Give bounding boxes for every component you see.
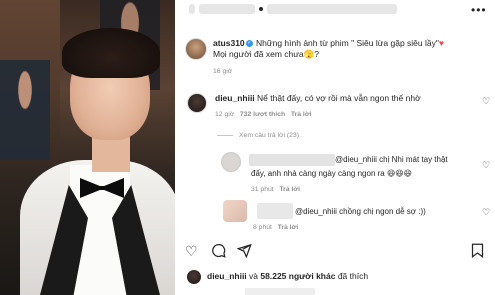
likes-connector: và — [249, 271, 259, 281]
reply-button[interactable]: Trả lời — [279, 186, 300, 193]
reply-text-line1: chồng chị ngon dễ sợ :)) — [339, 207, 426, 216]
heart-emoji-icon: ♥ — [438, 38, 444, 48]
divider-line — [217, 134, 233, 136]
action-bar: ♡ — [185, 243, 485, 261]
comment-likes[interactable]: 732 lượt thích — [240, 111, 285, 118]
caption-text-line2: Mọi người đã xem chưa — [213, 49, 304, 59]
like-reply-icon[interactable]: ♡ — [482, 207, 490, 218]
reply-text-continued: đấy, anh nhà càng ngày càng ngon ra — [251, 169, 385, 178]
comment-icon[interactable] — [211, 243, 226, 261]
reply-mention[interactable]: @dieu_nhiii — [335, 155, 377, 164]
photo-background-person — [0, 60, 50, 160]
bookmark-icon[interactable] — [471, 243, 484, 261]
avatar[interactable] — [221, 152, 241, 172]
post-header-actions: ••• — [189, 0, 489, 18]
comment: dieu_nhiii Nể thật đấy, có vợ rồi mà vẫn… — [215, 93, 475, 104]
caption-text: Những hình ảnh từ phim " Siêu lừa gặp si… — [256, 38, 439, 48]
reply-meta: 8 phút Trả lời — [253, 224, 298, 231]
photo-hair — [62, 28, 160, 78]
avatar[interactable] — [223, 200, 247, 222]
reply-username-blurred — [249, 154, 335, 166]
comment-text: Nể thật đấy, có vợ rồi mà vẫn ngon thế n… — [257, 93, 421, 103]
send-icon[interactable] — [236, 243, 252, 261]
post-detail-panel: ••• atus310 ✓ Những hình ảnh từ phim " Si… — [175, 0, 495, 295]
caption: atus310 ✓ Những hình ảnh từ phim " Siêu l… — [213, 38, 444, 59]
reply-text-line1: chị Nhi mát tay thật — [379, 155, 448, 164]
likes-username[interactable]: dieu_nhiii — [207, 271, 247, 281]
reply-time: 31 phút — [251, 186, 274, 193]
heart-outline-icon[interactable]: ♡ — [185, 243, 198, 259]
more-icon[interactable]: ••• — [471, 3, 487, 17]
avatar[interactable] — [185, 38, 207, 60]
like-comment-icon[interactable]: ♡ — [482, 96, 490, 107]
likes-count[interactable]: 58.225 người khác — [260, 271, 335, 281]
reply-text: @dieu_nhiii chồng chị ngon dễ sợ :)) — [295, 206, 475, 217]
reply-username-blurred — [257, 203, 293, 219]
post-photo[interactable] — [0, 0, 175, 295]
emoji-icon: 🫣 — [303, 49, 315, 59]
reply-mention[interactable]: @dieu_nhiii — [295, 207, 337, 216]
avatar[interactable] — [187, 270, 201, 284]
reply-text: @dieu_nhiii chị Nhi mát tay thật — [335, 154, 470, 165]
view-replies-label: Xem câu trả lời (23) — [239, 132, 299, 139]
footer-blurred — [245, 288, 315, 295]
comment-username[interactable]: dieu_nhiii — [215, 93, 255, 103]
likes-summary: dieu_nhiii và 58.225 người khác đã thích — [207, 271, 368, 281]
comment-time: 12 giờ — [215, 111, 235, 118]
reply-meta: 31 phút Trả lời — [251, 186, 300, 193]
likes-suffix: đã thích — [337, 271, 369, 281]
reply-button[interactable]: Trả lời — [278, 224, 299, 231]
reply-button[interactable]: Trả lời — [291, 111, 312, 118]
verified-icon: ✓ — [245, 40, 253, 48]
emoji-icon: 😆😆😆 — [386, 169, 412, 178]
caption-username[interactable]: atus310 — [213, 38, 245, 48]
caption-time: 16 giờ — [213, 68, 233, 75]
reply-time: 8 phút — [253, 224, 272, 231]
view-replies-button[interactable]: Xem câu trả lời (23) — [217, 132, 299, 139]
reply-text-line2: đấy, anh nhà càng ngày càng ngon ra 😆😆😆 — [251, 168, 471, 179]
comment-meta: 12 giờ 732 lượt thích Trả lời — [215, 111, 312, 118]
avatar[interactable] — [187, 93, 207, 113]
like-reply-icon[interactable]: ♡ — [482, 160, 490, 171]
